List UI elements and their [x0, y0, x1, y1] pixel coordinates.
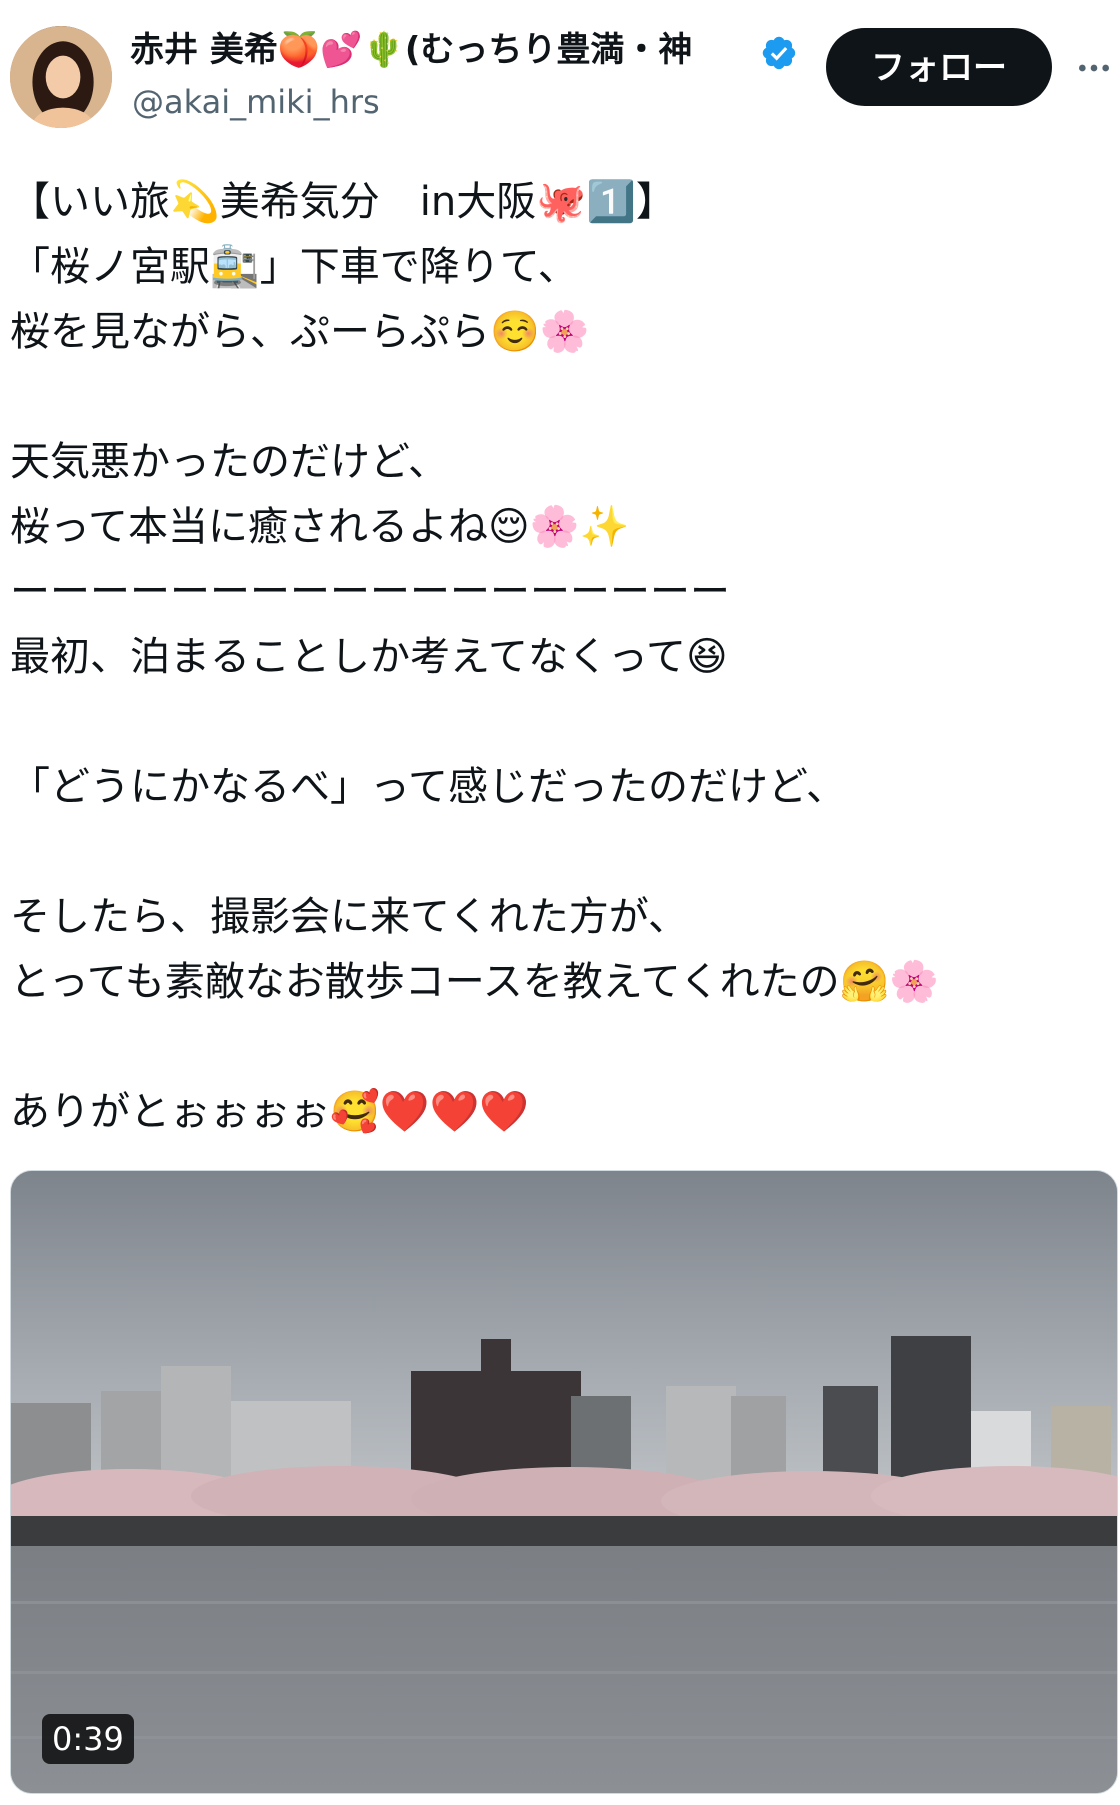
- tweet-line: とっても素敵なお散歩コースを教えてくれたの🤗🌸: [10, 959, 940, 1005]
- tweet-header: 赤井 美希🍑💕🌵(むっちり豊満・神 @akai_miki_hrs フォロー: [0, 0, 1120, 140]
- tweet-line: [10, 365, 1110, 430]
- tweet-line: [10, 1015, 1110, 1080]
- tweet-body: 【いい旅💫美希気分 in大阪🐙1️⃣】 「桜ノ宮駅🚉」下車で降りて、 桜を見ながら、…: [10, 170, 1110, 1145]
- avatar[interactable]: [10, 26, 112, 128]
- tweet-line: 【いい旅💫美希気分 in大阪🐙1️⃣】: [10, 179, 676, 225]
- tweet-line: 「どうにかなるべ」って感じだったのだけど、: [10, 764, 846, 810]
- tweet-line: ありがとぉぉぉぉ🥰❤️❤️❤️: [10, 1089, 530, 1135]
- tweet-line: [10, 690, 1110, 755]
- follow-button[interactable]: フォロー: [826, 28, 1052, 106]
- user-handle[interactable]: @akai_miki_hrs: [132, 82, 380, 122]
- tweet-line: 桜って本当に癒されるよね😌🌸✨: [10, 504, 630, 550]
- verified-badge-icon: [760, 34, 798, 72]
- tweet-line: [10, 820, 1110, 885]
- more-dots-icon[interactable]: [1074, 48, 1114, 88]
- tweet-line: 桜を見ながら、ぷーらぷら☺️🌸: [10, 309, 590, 355]
- tweet-line: ーーーーーーーーーーーーーーーーーー: [10, 569, 730, 615]
- tweet-line: そしたら、撮影会に来てくれた方が、: [10, 894, 688, 940]
- tweet-line: 「桜ノ宮駅🚉」下車で降りて、: [10, 244, 578, 290]
- tweet-line: 最初、泊まることしか考えてなくって😆: [10, 634, 728, 680]
- video-thumbnail[interactable]: [10, 1170, 1118, 1794]
- tweet-line: 天気悪かったのだけど、: [10, 439, 448, 485]
- video-duration: 0:39: [42, 1714, 134, 1764]
- display-name[interactable]: 赤井 美希🍑💕🌵(むっちり豊満・神: [130, 28, 810, 72]
